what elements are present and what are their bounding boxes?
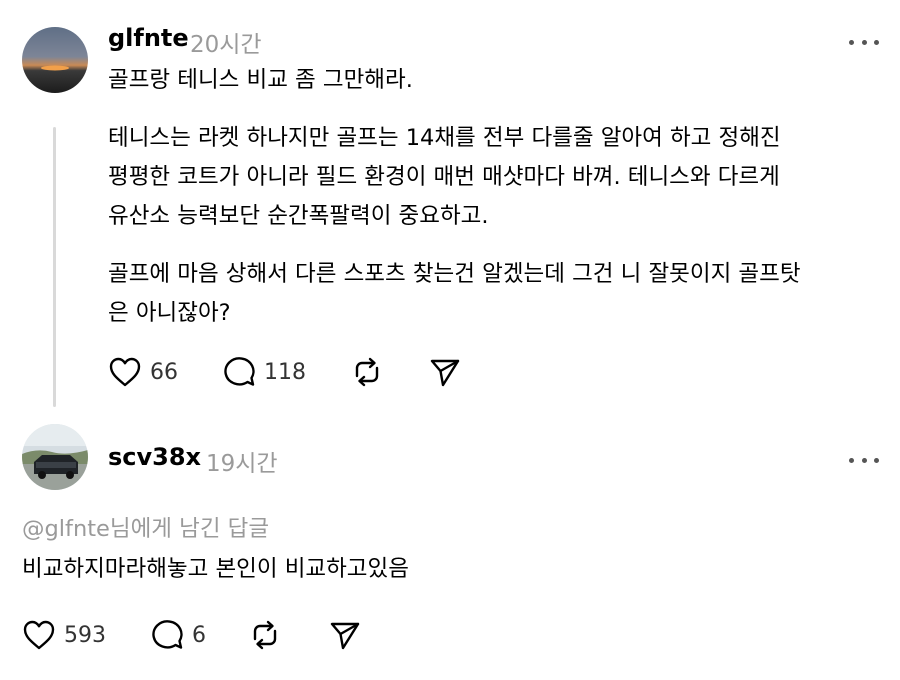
post-repost-button[interactable] xyxy=(350,356,384,388)
post-like-count: 66 xyxy=(150,359,178,385)
heart-icon xyxy=(23,620,55,650)
reply-to-label[interactable]: @glfnte님에게 남긴 답글 xyxy=(22,510,269,549)
paper-plane-icon xyxy=(330,622,360,650)
post-share-button[interactable] xyxy=(428,356,462,388)
reply-like-button[interactable]: 593 xyxy=(22,619,106,651)
reply-share-button[interactable] xyxy=(328,619,362,651)
post-paragraph-line: 은 아니잖아? xyxy=(108,300,231,326)
thread-connector-line xyxy=(53,127,56,407)
reply-author-username[interactable]: scv38x xyxy=(108,443,201,471)
reply-author-avatar[interactable] xyxy=(22,424,88,490)
dot-icon xyxy=(874,457,879,463)
heart-icon xyxy=(109,357,141,387)
post-timestamp: 20시간 xyxy=(190,32,262,58)
dot-icon xyxy=(849,39,854,45)
post-more-button[interactable] xyxy=(849,32,879,52)
reply-repost-button[interactable] xyxy=(248,619,282,651)
dot-icon xyxy=(861,39,867,45)
dot-icon xyxy=(849,457,854,463)
post-comment-count: 118 xyxy=(264,359,306,385)
paper-plane-icon xyxy=(430,359,460,387)
speech-bubble-icon xyxy=(224,357,255,386)
post-paragraph-line: 골프에 마음 상해서 다른 스포츠 찾는건 알겠는데 그건 니 잘못이지 골프탓 xyxy=(108,261,801,287)
reply-timestamp: 19시간 xyxy=(206,451,278,477)
post-author-username[interactable]: glfnte xyxy=(108,24,189,52)
dot-icon xyxy=(874,39,879,45)
speech-bubble-icon xyxy=(152,620,183,649)
post-comment-button[interactable]: 118 xyxy=(222,356,306,388)
post-paragraph-line: 평평한 코트가 아니라 필드 환경이 매번 매샷마다 바껴. 테니스와 다르게 xyxy=(108,164,780,190)
reply-more-button[interactable] xyxy=(849,450,879,470)
post-paragraph-line: 테니스는 라켓 하나지만 골프는 14채를 전부 다를줄 알아여 하고 정해진 xyxy=(108,125,781,151)
reply-like-count: 593 xyxy=(64,622,106,648)
reply-text: 비교하지마라해놓고 본인이 비교하고있음 xyxy=(22,556,409,582)
post-paragraph-line: 유산소 능력보단 순간폭팔력이 중요하고. xyxy=(108,203,489,229)
reply-comment-count: 6 xyxy=(192,622,206,648)
dot-icon xyxy=(861,457,867,463)
post-author-avatar[interactable] xyxy=(22,27,88,93)
post-title-text: 골프랑 테니스 비교 좀 그만해라. xyxy=(108,67,413,93)
reply-comment-button[interactable]: 6 xyxy=(150,619,206,651)
post-like-button[interactable]: 66 xyxy=(108,356,178,388)
repost-arrows-icon xyxy=(253,620,277,650)
repost-arrows-icon xyxy=(355,357,379,387)
